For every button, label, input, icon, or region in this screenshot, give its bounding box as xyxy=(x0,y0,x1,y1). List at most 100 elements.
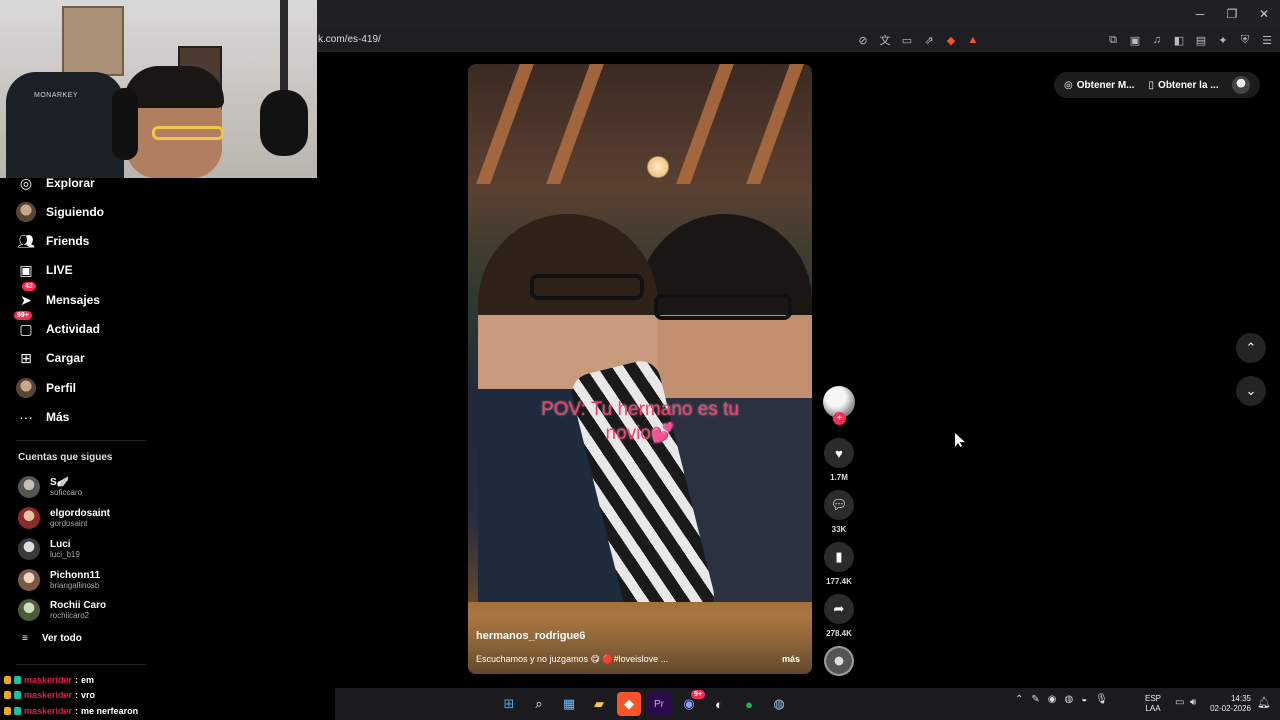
file-explorer-icon[interactable]: ▰ xyxy=(587,692,611,716)
next-video-button[interactable]: ⌄ xyxy=(1236,376,1266,406)
video-caption: POV: Tu hermano es tu novio💕 xyxy=(468,398,812,446)
music-icon[interactable]: ♫ xyxy=(1149,32,1165,48)
windows-start-icon[interactable]: ⊞ xyxy=(497,692,521,716)
discord-tray-icon[interactable]: ◉ xyxy=(1048,694,1057,705)
maximize-button[interactable]: ❐ xyxy=(1216,0,1248,28)
webcam-shelf xyxy=(62,6,124,76)
webcam-guitar xyxy=(258,0,310,160)
brave-rewards-icon[interactable]: ▲ xyxy=(965,32,981,48)
app-tray-icon[interactable]: ◒ xyxy=(1081,694,1087,705)
network-icon[interactable]: ▭ xyxy=(1175,697,1184,708)
see-all-button[interactable]: ≡ Ver todo xyxy=(22,633,82,644)
account-name: Luci xyxy=(50,538,71,550)
account-handle: briangallinosb xyxy=(50,580,100,590)
sidebar-item-mas[interactable]: ··· Más xyxy=(16,405,69,429)
chat-message: maskerider: vro xyxy=(4,690,95,700)
chat-message: maskerider: me nerfearon xyxy=(4,706,138,716)
webcam-gaming-chair xyxy=(6,72,124,178)
following-account[interactable]: Pichonn11 briangallinosb xyxy=(18,567,100,593)
account-handle: gordosaint xyxy=(50,518,88,528)
chevron-down-icon: ⌄ xyxy=(1245,383,1257,398)
leo-ai-icon[interactable]: ✦ xyxy=(1215,32,1231,48)
close-button[interactable]: ✕ xyxy=(1248,0,1280,28)
translate-icon[interactable]: 文 xyxy=(877,32,893,48)
chat-badge-icon xyxy=(14,676,21,684)
tab-icon[interactable]: ▣ xyxy=(1127,32,1143,48)
sidebar-item-mensajes[interactable]: ➤ 43 Mensajes xyxy=(16,282,101,312)
user-avatar[interactable] xyxy=(1232,76,1250,94)
video-author[interactable]: hermanos_rodrigue6 xyxy=(476,630,585,642)
previous-video-button[interactable]: ⌃ xyxy=(1236,333,1266,363)
comment-button[interactable]: 💬︎ 33K xyxy=(820,490,858,534)
sidebar-divider xyxy=(16,440,146,441)
get-app-button[interactable]: ▯ Obtener la ... xyxy=(1149,80,1219,91)
obs-icon[interactable]: ◐ xyxy=(707,692,731,716)
sidebar-item-label: Explorar xyxy=(46,176,95,190)
ceiling-beam xyxy=(476,64,534,184)
following-account[interactable]: Rochii Caro rochiicaro2 xyxy=(18,597,106,623)
sidebar-toggle-icon[interactable]: ◧ xyxy=(1171,32,1187,48)
save-button[interactable]: ▮ 177.4K xyxy=(820,542,858,586)
extensions-icon[interactable]: ⧉ xyxy=(1105,32,1121,48)
sidebar-item-actividad[interactable]: ▢ 99+ Actividad xyxy=(14,311,100,341)
following-account[interactable]: Luci luci_b19 xyxy=(18,536,80,562)
follow-plus-icon[interactable]: + xyxy=(833,412,846,425)
sidebar-item-friends[interactable]: 👥︎ Friends xyxy=(16,229,89,253)
premiere-icon[interactable]: Pr xyxy=(647,692,671,716)
ceiling-lamp xyxy=(646,156,670,178)
caption-line: POV: Tu hermano es tu xyxy=(541,399,739,420)
sidebar-item-live[interactable]: ▣ LIVE xyxy=(16,258,72,282)
mouse-cursor-icon xyxy=(955,433,965,447)
sidebar-item-cargar[interactable]: ⊞ Cargar xyxy=(16,346,85,370)
url-text[interactable]: k.com/es-419/ xyxy=(318,34,381,45)
minimize-button[interactable]: ─ xyxy=(1184,0,1216,28)
sidebar-item-siguiendo[interactable]: Siguiendo xyxy=(16,200,104,224)
like-button[interactable]: ♥ 1.7M xyxy=(820,438,858,482)
share-button[interactable]: ➦ 278.4K xyxy=(820,594,858,638)
music-disc-button[interactable] xyxy=(820,646,858,676)
wallet-icon[interactable]: ▤ xyxy=(1193,32,1209,48)
coin-icon: ◎ xyxy=(1064,79,1073,91)
notification-icon[interactable]: 🔔︎ xyxy=(1257,696,1271,709)
search-icon[interactable]: ⌕ xyxy=(527,692,551,716)
widgets-icon[interactable]: ▦ xyxy=(557,692,581,716)
pen-icon[interactable]: ✎ xyxy=(1031,694,1039,705)
steam-icon[interactable]: ◍ xyxy=(767,692,791,716)
brave-browser-icon[interactable]: ◆ xyxy=(617,692,641,716)
volume-icon[interactable]: 🔊︎ xyxy=(1190,697,1196,708)
cast-icon[interactable]: ▭ xyxy=(899,32,915,48)
streamer-hair xyxy=(124,66,224,108)
like-count: 1.7M xyxy=(830,473,848,482)
steam-tray-icon[interactable]: ◍ xyxy=(1065,694,1074,705)
menu-icon[interactable]: ☰ xyxy=(1259,32,1275,48)
video-player[interactable]: POV: Tu hermano es tu novio💕 hermanos_ro… xyxy=(468,64,812,674)
brave-shield-icon[interactable]: ◆ xyxy=(943,32,959,48)
music-disc-icon xyxy=(824,646,854,676)
show-hidden-icons-icon[interactable]: ⌃ xyxy=(1015,694,1023,705)
friends-icon: 👥︎ xyxy=(17,232,35,249)
sidebar-item-label: Friends xyxy=(46,234,90,248)
avatar xyxy=(18,507,40,529)
share-icon[interactable]: ⇗ xyxy=(921,32,937,48)
sidebar-item-label: Mensajes xyxy=(46,293,101,307)
get-coins-button[interactable]: ◎ Obtener M... xyxy=(1064,80,1135,91)
video-description: Escuchamos y no juzgamos 😋 🔴#loveislove … xyxy=(476,654,669,664)
discord-icon[interactable]: ◉ 9+ xyxy=(677,690,705,716)
sidebar-item-perfil[interactable]: Perfil xyxy=(16,376,76,400)
avatar xyxy=(18,538,40,560)
vpn-icon[interactable]: ⛨ xyxy=(1237,32,1253,48)
system-clock[interactable]: 14:35 02-02-2026 xyxy=(1203,694,1251,714)
comment-icon: 💬︎ xyxy=(824,490,854,520)
spotify-icon[interactable]: ● xyxy=(737,692,761,716)
system-tray: ⌃ ✎ ◉ ◍ ◒ 🎙︎ xyxy=(1015,694,1108,705)
following-account[interactable]: S🪽 soficcaro xyxy=(18,474,82,500)
language-indicator[interactable]: ESP LAA xyxy=(1145,694,1161,714)
no-sound-icon[interactable]: ⊘ xyxy=(855,32,871,48)
video-glasses-right xyxy=(654,294,792,320)
sidebar-item-label: Perfil xyxy=(46,381,77,395)
stream-chat-overlay: maskerider: em maskerider: vro maskeride… xyxy=(0,672,335,720)
more-button[interactable]: más xyxy=(782,654,800,664)
creator-avatar-button[interactable]: + xyxy=(820,386,858,425)
following-account[interactable]: elgordosaint gordosaint xyxy=(18,505,110,531)
microphone-icon[interactable]: 🎙︎ xyxy=(1095,694,1108,705)
